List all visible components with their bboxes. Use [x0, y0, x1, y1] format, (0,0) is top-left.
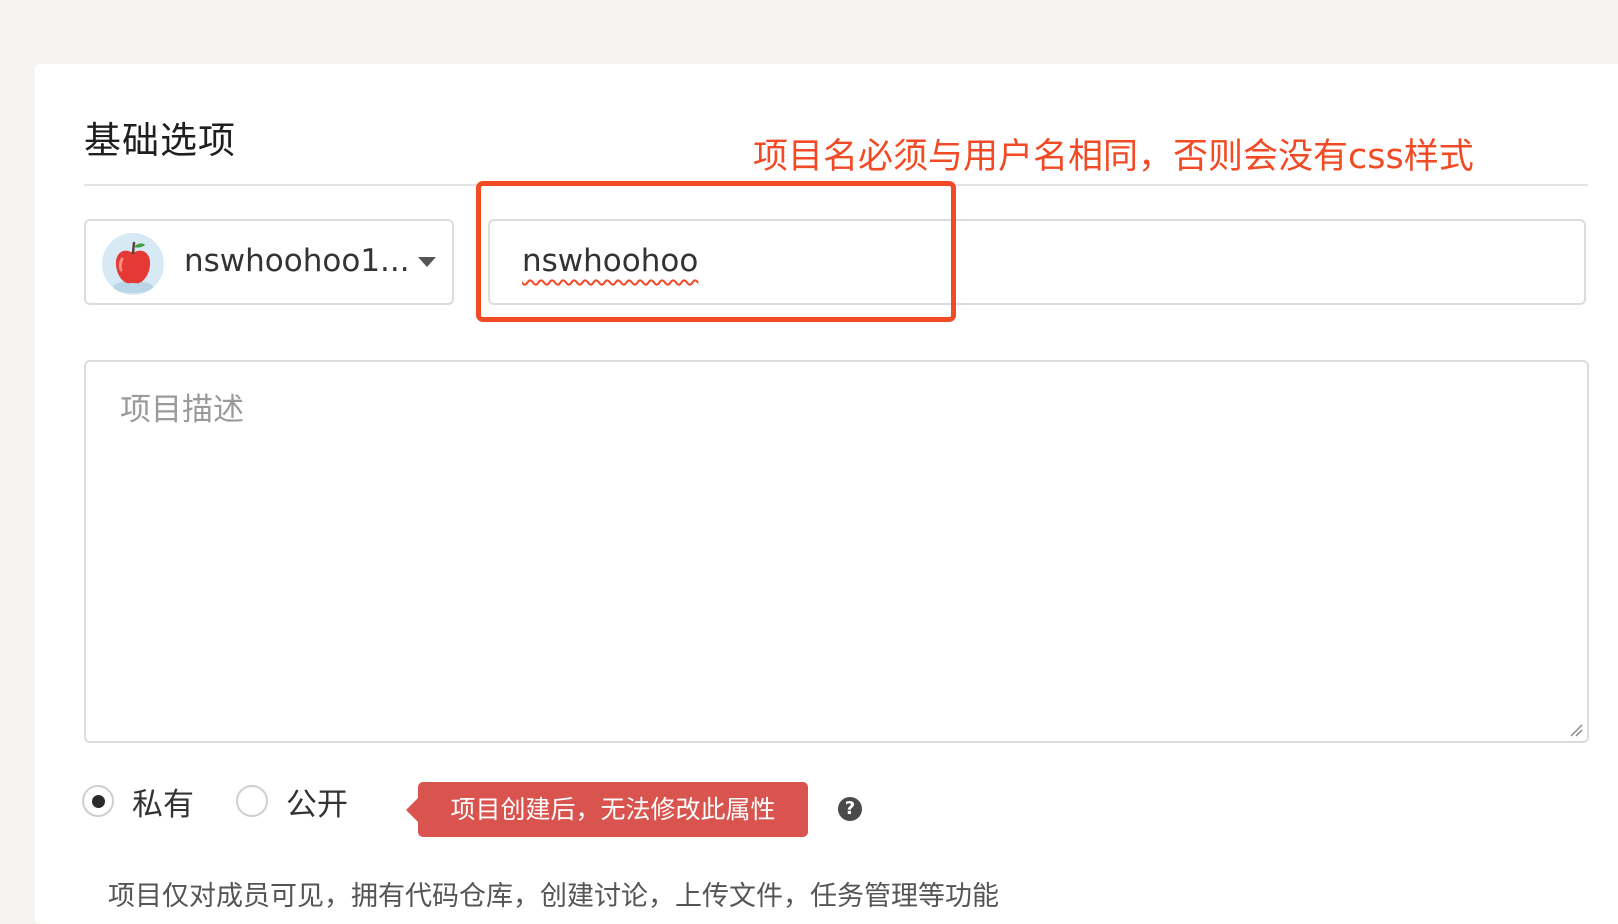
radio-private[interactable]: 私有 — [82, 783, 202, 823]
radio-circle-private — [82, 785, 114, 817]
section-divider — [84, 184, 1588, 186]
description-placeholder: 项目描述 — [120, 392, 244, 428]
owner-select[interactable]: nswhoohoo1... — [84, 219, 454, 305]
visibility-description: 项目仅对成员可见，拥有代码仓库，创建讨论，上传文件，任务管理等功能 — [108, 881, 999, 912]
project-name-value: nswhoohoo — [522, 243, 699, 279]
section-title: 基础选项 — [84, 119, 236, 162]
radio-circle-public — [236, 785, 268, 817]
radio-public[interactable]: 公开 — [236, 783, 356, 823]
chevron-down-icon — [418, 257, 436, 267]
project-name-input[interactable]: nswhoohoo — [488, 219, 1586, 305]
radio-label-public: 公开 — [286, 787, 348, 823]
radio-dot-selected — [92, 795, 105, 808]
radio-label-private: 私有 — [132, 787, 194, 823]
owner-name: nswhoohoo1... — [184, 243, 410, 279]
visibility-tooltip: 项目创建后，无法修改此属性 — [406, 782, 808, 837]
annotation-note: 项目名必须与用户名相同，否则会没有css样式 — [753, 137, 1474, 177]
apple-avatar-icon — [102, 233, 164, 295]
question-circle-icon[interactable]: ? — [838, 797, 862, 821]
resize-handle-icon[interactable] — [1569, 723, 1583, 737]
project-description-textarea[interactable]: 项目描述 — [84, 360, 1589, 743]
